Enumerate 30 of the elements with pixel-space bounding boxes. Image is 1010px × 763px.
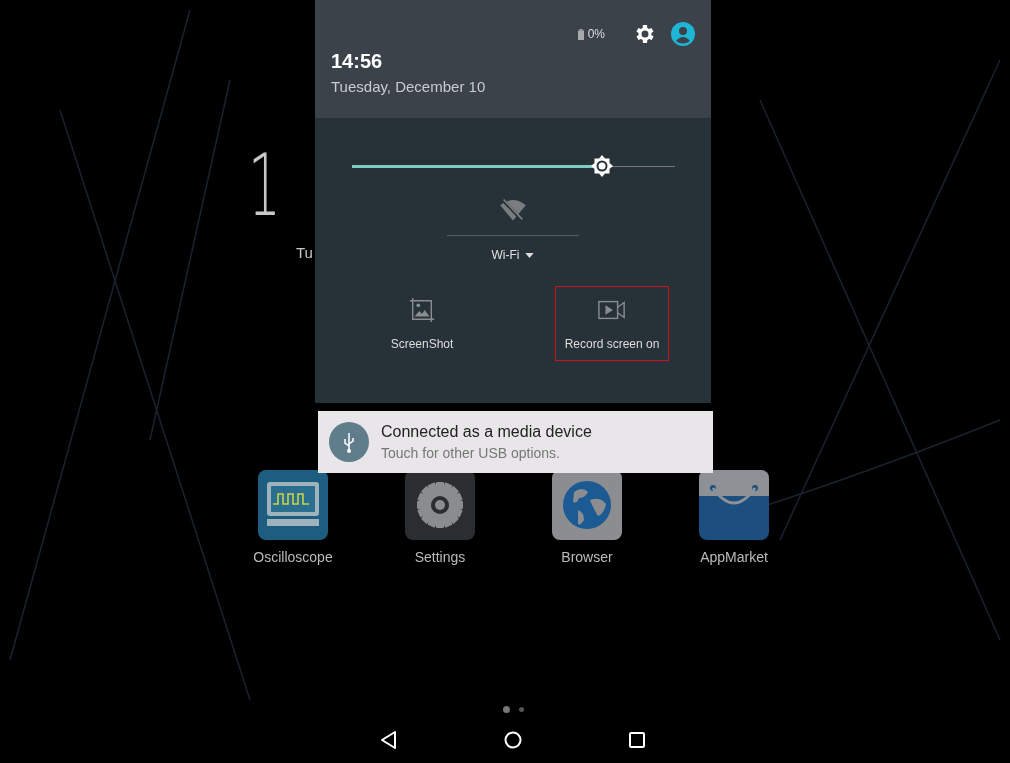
brightness-thumb-icon[interactable] [589, 153, 614, 178]
notification-title: Connected as a media device [381, 423, 592, 441]
shade-time: 14:56 [331, 50, 384, 73]
recents-icon[interactable] [627, 730, 647, 750]
gear-icon[interactable] [405, 470, 475, 540]
app-label[interactable]: Settings [414, 549, 466, 565]
wifi-dropdown[interactable]: Wi-Fi [489, 246, 537, 264]
picture-icon [408, 296, 436, 323]
globe-icon[interactable] [552, 470, 622, 540]
notification-text: Touch for other USB options. [381, 445, 561, 461]
wifi-off-icon[interactable] [499, 198, 527, 222]
battery-percent: 0% [587, 27, 605, 41]
brightness-slider[interactable] [351, 154, 675, 178]
user-icon[interactable] [671, 22, 695, 46]
clock-date: Tu [296, 244, 314, 261]
back-icon[interactable] [379, 730, 399, 750]
caret-icon [525, 252, 535, 258]
clock-time: 1 [248, 140, 278, 230]
home-icon[interactable] [503, 730, 523, 750]
oscilloscope-icon[interactable] [258, 470, 328, 540]
app-label[interactable]: AppMarket [700, 549, 768, 565]
app-label[interactable]: Oscilloscope [253, 549, 333, 565]
quick-tile[interactable]: Record screen on [555, 286, 669, 361]
app-label[interactable]: Browser [561, 549, 613, 565]
usb-notification[interactable]: Connected as a media device Touch for other USB options. [318, 411, 713, 473]
shade-date: Tuesday, December 10 [331, 78, 487, 95]
usb-icon [329, 422, 369, 462]
quick-tile[interactable]: ScreenShot [365, 286, 479, 361]
shopping-bag-icon[interactable] [699, 470, 769, 540]
battery-icon [577, 28, 584, 40]
